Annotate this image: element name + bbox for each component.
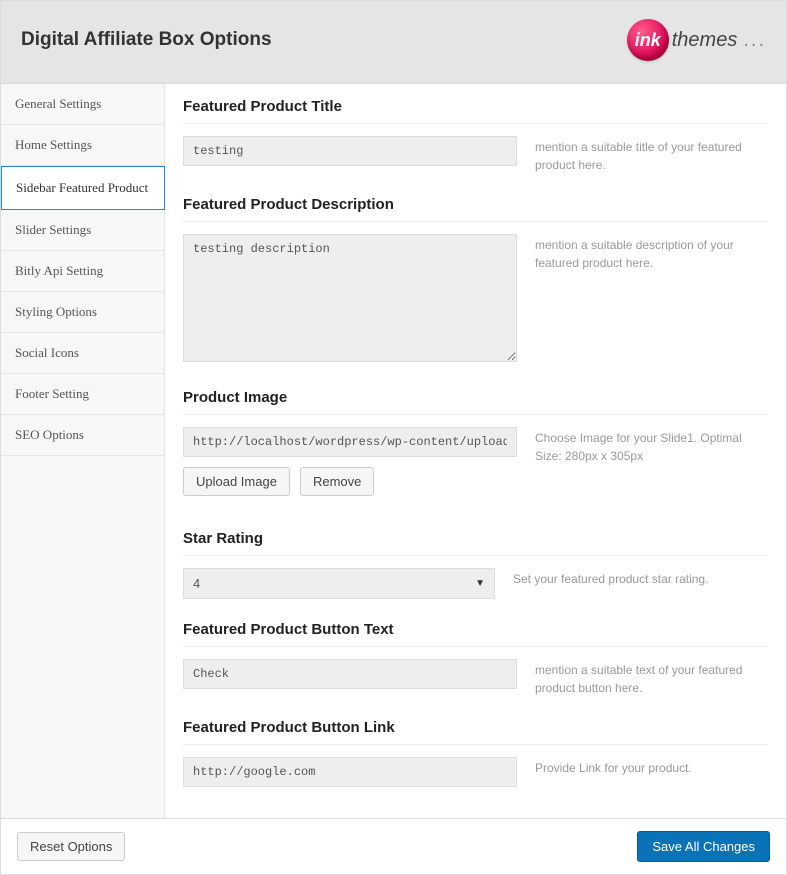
chevron-down-icon: ▼ [475,578,485,589]
rating-desc: Set your featured product star rating. [513,568,768,588]
sidebar-item-slider[interactable]: Slider Settings [1,210,164,251]
section-heading: Featured Product Description [183,196,768,222]
reset-options-button[interactable]: Reset Options [17,832,125,861]
title-input[interactable] [183,136,517,166]
title-desc: mention a suitable title of your feature… [535,136,768,174]
button-link-input[interactable] [183,757,517,787]
body: General Settings Home Settings Sidebar F… [1,84,786,818]
sidebar-item-footer[interactable]: Footer Setting [1,374,164,415]
footer: Reset Options Save All Changes [1,818,786,874]
main-content: Featured Product Title mention a suitabl… [165,84,786,818]
page-title: Digital Affiliate Box Options [21,29,272,51]
upload-image-button[interactable]: Upload Image [183,467,290,496]
image-desc: Choose Image for your Slide1. Optimal Si… [535,427,768,465]
sidebar-item-seo[interactable]: SEO Options [1,415,164,456]
header: Digital Affiliate Box Options ink themes… [1,1,786,84]
button-text-input[interactable] [183,659,517,689]
section-button-link: Featured Product Button Link Provide Lin… [183,719,768,787]
section-heading: Featured Product Button Link [183,719,768,745]
sidebar-item-home[interactable]: Home Settings [1,125,164,166]
sidebar-item-bitly[interactable]: Bitly Api Setting [1,251,164,292]
rating-value: 4 [193,576,200,591]
section-rating: Star Rating 4 ▼ Set your featured produc… [183,530,768,599]
description-textarea[interactable]: testing description [183,234,517,362]
logo-icon: ink [627,19,669,61]
remove-image-button[interactable]: Remove [300,467,374,496]
section-heading: Star Rating [183,530,768,556]
logo-text: themes [672,29,738,52]
options-panel: Digital Affiliate Box Options ink themes… [0,0,787,875]
button-text-desc: mention a suitable text of your featured… [535,659,768,697]
image-path-input[interactable] [183,427,517,457]
save-all-button[interactable]: Save All Changes [637,831,770,862]
section-heading: Featured Product Title [183,98,768,124]
sidebar-item-general[interactable]: General Settings [1,84,164,125]
logo-dots: ... [743,29,766,52]
section-title: Featured Product Title mention a suitabl… [183,98,768,174]
sidebar: General Settings Home Settings Sidebar F… [1,84,165,818]
section-heading: Featured Product Button Text [183,621,768,647]
description-desc: mention a suitable description of your f… [535,234,768,272]
brand-logo: ink themes ... [627,19,766,61]
sidebar-item-social[interactable]: Social Icons [1,333,164,374]
button-link-desc: Provide Link for your product. [535,757,768,777]
sidebar-item-featured-product[interactable]: Sidebar Featured Product [1,166,165,210]
section-image: Product Image Upload Image Remove Choose… [183,389,768,496]
section-description: Featured Product Description testing des… [183,196,768,367]
rating-select[interactable]: 4 ▼ [183,568,495,599]
section-button-text: Featured Product Button Text mention a s… [183,621,768,697]
section-heading: Product Image [183,389,768,415]
sidebar-item-styling[interactable]: Styling Options [1,292,164,333]
